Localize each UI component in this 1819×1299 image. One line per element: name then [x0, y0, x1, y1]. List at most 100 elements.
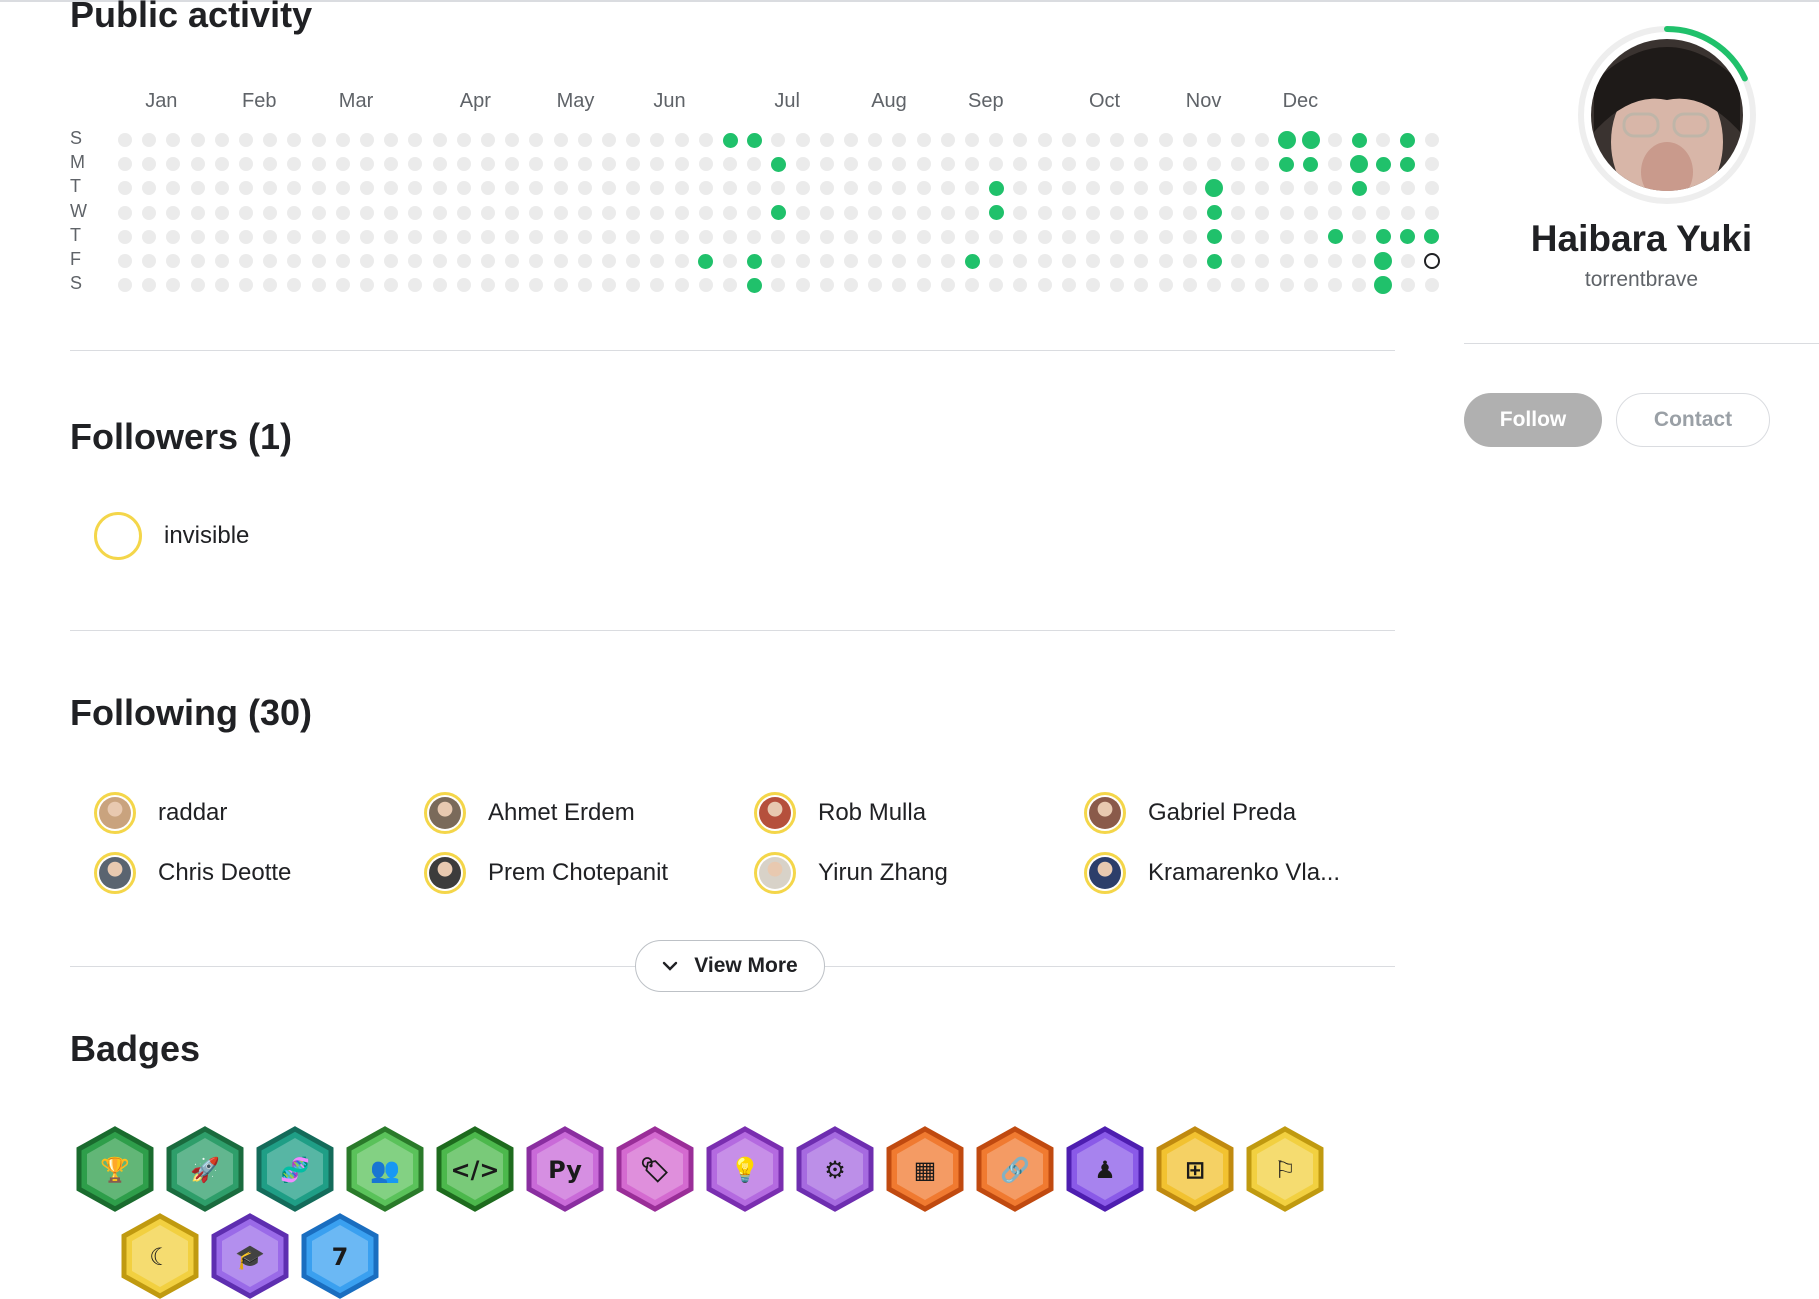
activity-cell[interactable] [1352, 254, 1367, 268]
activity-cell[interactable] [965, 157, 979, 172]
activity-cell[interactable] [311, 254, 326, 268]
activity-cell[interactable] [964, 253, 980, 269]
activity-cell[interactable] [1110, 278, 1125, 293]
activity-cell[interactable] [1328, 133, 1342, 147]
activity-cell[interactable] [940, 157, 955, 172]
activity-cell[interactable] [1231, 157, 1246, 172]
activity-cell[interactable] [263, 278, 278, 293]
activity-cell[interactable] [626, 205, 641, 220]
activity-cell[interactable] [819, 157, 834, 172]
activity-cell[interactable] [650, 157, 665, 172]
activity-cell[interactable] [819, 278, 834, 293]
activity-cell[interactable] [1110, 181, 1125, 196]
activity-cell[interactable] [723, 205, 737, 220]
activity-cell[interactable] [1061, 229, 1076, 244]
activity-cell[interactable] [239, 278, 253, 293]
activity-cell[interactable] [481, 157, 495, 172]
activity-cell[interactable] [142, 157, 157, 172]
activity-cell[interactable] [771, 254, 786, 268]
activity-cell[interactable] [360, 133, 374, 147]
activity-cell[interactable] [1158, 254, 1173, 268]
activity-cell[interactable] [505, 181, 520, 196]
activity-cell[interactable] [698, 157, 713, 172]
activity-cell[interactable] [1351, 132, 1367, 148]
trophy-badge[interactable]: 🏆 [75, 1126, 155, 1212]
activity-cell[interactable] [747, 181, 762, 196]
activity-cell[interactable] [674, 133, 689, 147]
profile-avatar[interactable] [1574, 22, 1760, 208]
activity-cell[interactable] [1086, 157, 1100, 172]
activity-cell[interactable] [1375, 229, 1391, 245]
activity-cell[interactable] [795, 181, 810, 196]
activity-cell[interactable] [1328, 205, 1342, 220]
network-badge[interactable]: ⚙ [795, 1126, 875, 1212]
activity-cell[interactable] [1013, 254, 1028, 268]
activity-cell[interactable] [481, 133, 495, 147]
activity-cell[interactable] [1303, 156, 1319, 172]
activity-cell[interactable] [674, 181, 689, 196]
activity-cell[interactable] [456, 205, 471, 220]
dna-badge[interactable]: 🧬 [255, 1126, 335, 1212]
activity-cell[interactable] [940, 278, 955, 293]
activity-cell[interactable] [916, 181, 931, 196]
activity-cell[interactable] [1255, 229, 1270, 244]
activity-cell[interactable] [287, 229, 302, 244]
activity-cell[interactable] [360, 229, 374, 244]
activity-cell[interactable] [1086, 229, 1100, 244]
activity-cell[interactable] [795, 157, 810, 172]
activity-cell[interactable] [892, 181, 907, 196]
activity-cell[interactable] [456, 157, 471, 172]
avatar[interactable] [424, 852, 466, 894]
activity-cell[interactable] [239, 133, 253, 147]
activity-cell[interactable] [1061, 181, 1076, 196]
activity-cell[interactable] [1013, 133, 1028, 147]
activity-cell[interactable] [868, 254, 883, 268]
activity-cell[interactable] [214, 157, 229, 172]
activity-cell[interactable] [1013, 181, 1028, 196]
activity-cell[interactable] [456, 229, 471, 244]
activity-cell[interactable] [214, 181, 229, 196]
activity-cell[interactable] [965, 278, 979, 293]
activity-cell[interactable] [1037, 181, 1052, 196]
activity-cell[interactable] [553, 133, 568, 147]
following-item[interactable]: Yirun Zhang [754, 852, 948, 894]
activity-cell[interactable] [1303, 181, 1318, 196]
activity-cell[interactable] [650, 181, 665, 196]
activity-cell[interactable] [770, 205, 786, 221]
activity-cell[interactable] [674, 229, 689, 244]
activity-cell[interactable] [1037, 157, 1052, 172]
activity-cell[interactable] [698, 133, 713, 147]
activity-cell[interactable] [989, 254, 1004, 268]
activity-cell[interactable] [577, 157, 592, 172]
activity-cell[interactable] [1328, 157, 1342, 172]
activity-cell[interactable] [771, 278, 786, 293]
activity-cell[interactable] [892, 254, 907, 268]
activity-cell[interactable] [239, 229, 253, 244]
activity-cell[interactable] [1207, 133, 1221, 147]
activity-cell[interactable] [1182, 229, 1197, 244]
activity-cell[interactable] [384, 133, 399, 147]
activity-cell[interactable] [1352, 278, 1367, 293]
activity-cell[interactable] [481, 181, 495, 196]
activity-cell[interactable] [1086, 254, 1100, 268]
activity-cell[interactable] [723, 157, 737, 172]
activity-cell[interactable] [747, 229, 762, 244]
activity-cell[interactable] [384, 254, 399, 268]
activity-cell[interactable] [988, 205, 1004, 221]
activity-cell[interactable] [989, 278, 1004, 293]
activity-cell[interactable] [626, 157, 641, 172]
activity-cell[interactable] [553, 254, 568, 268]
activity-cell[interactable] [819, 229, 834, 244]
activity-cell[interactable] [1205, 179, 1223, 198]
activity-cell[interactable] [868, 278, 883, 293]
activity-cell[interactable] [698, 229, 713, 244]
activity-cell[interactable] [239, 157, 253, 172]
activity-cell[interactable] [1013, 229, 1028, 244]
activity-cell[interactable] [432, 254, 447, 268]
activity-cell[interactable] [602, 278, 616, 293]
activity-cell[interactable] [118, 133, 132, 147]
activity-cell[interactable] [1255, 278, 1270, 293]
activity-cell[interactable] [1158, 205, 1173, 220]
activity-cell[interactable] [602, 205, 616, 220]
activity-cell[interactable] [1231, 133, 1246, 147]
